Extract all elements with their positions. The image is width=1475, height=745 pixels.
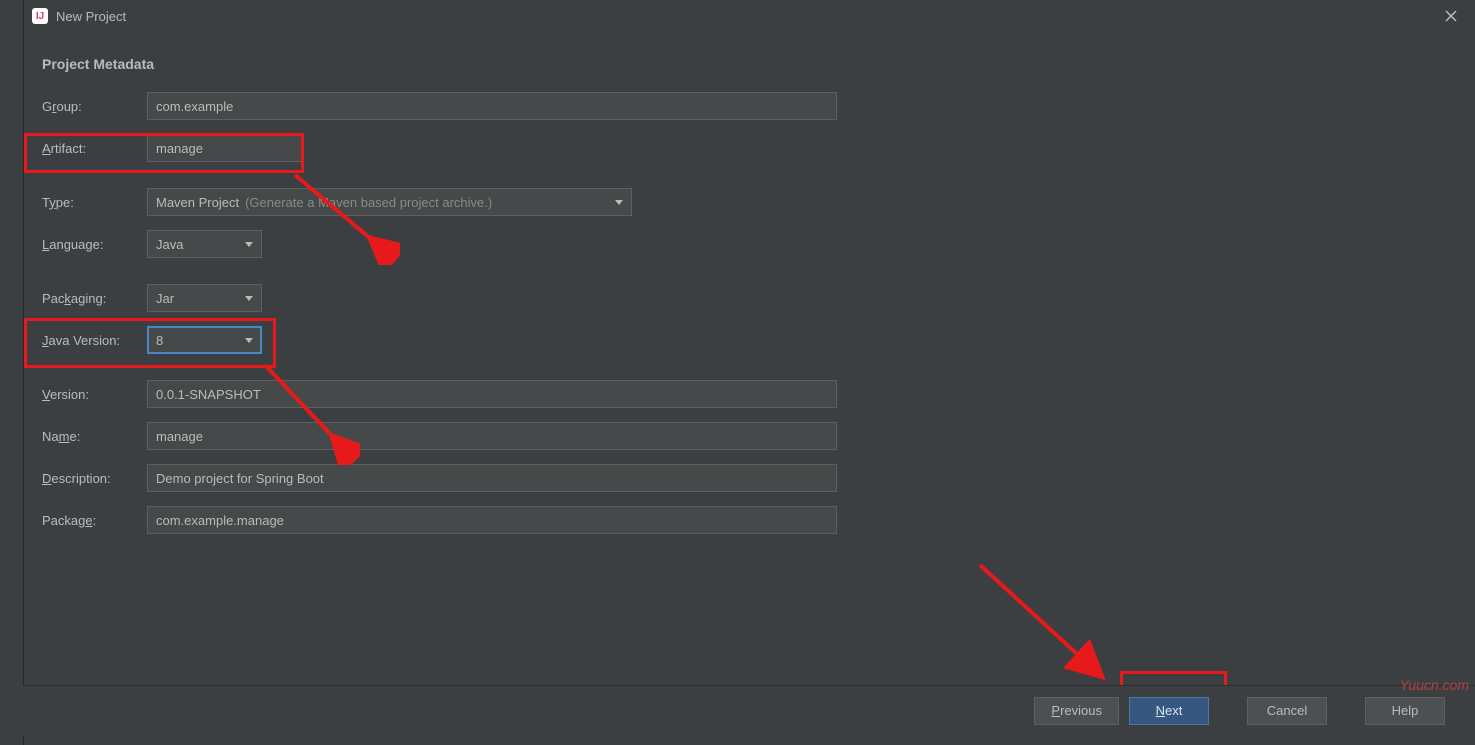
- label-version: Version:: [42, 387, 147, 402]
- label-package: Package:: [42, 513, 147, 528]
- chevron-down-icon: [245, 338, 253, 343]
- previous-button[interactable]: Previous: [1034, 697, 1119, 725]
- name-input[interactable]: [147, 422, 837, 450]
- packaging-select[interactable]: Jar: [147, 284, 262, 312]
- row-language: Language: Java: [42, 230, 1457, 258]
- label-java-version: Java Version:: [42, 333, 147, 348]
- artifact-input[interactable]: [147, 134, 302, 162]
- row-package: Package:: [42, 506, 1457, 534]
- row-version: Version:: [42, 380, 1457, 408]
- java-version-select[interactable]: 8: [147, 326, 262, 354]
- background-strip: [0, 0, 23, 745]
- label-description: Description:: [42, 471, 147, 486]
- titlebar: IJ New Project: [24, 0, 1475, 32]
- label-packaging: Packaging:: [42, 291, 147, 306]
- label-type: Type:: [42, 195, 147, 210]
- label-name: Name:: [42, 429, 147, 444]
- next-button[interactable]: Next: [1129, 697, 1209, 725]
- window-title: New Project: [56, 9, 126, 24]
- button-bar: Previous Next Cancel Help: [23, 685, 1475, 735]
- row-artifact: Artifact:: [42, 134, 1457, 162]
- chevron-down-icon: [245, 242, 253, 247]
- dialog-content: Project Metadata Group: Artifact: Type: …: [24, 32, 1475, 534]
- row-description: Description:: [42, 464, 1457, 492]
- type-select-hint: (Generate a Maven based project archive.…: [245, 195, 492, 210]
- chevron-down-icon: [245, 296, 253, 301]
- watermark: Yuucn.com: [1399, 677, 1469, 693]
- description-input[interactable]: [147, 464, 837, 492]
- row-packaging: Packaging: Jar: [42, 284, 1457, 312]
- help-button[interactable]: Help: [1365, 697, 1445, 725]
- row-type: Type: Maven Project (Generate a Maven ba…: [42, 188, 1457, 216]
- section-title: Project Metadata: [42, 56, 1457, 72]
- chevron-down-icon: [615, 200, 623, 205]
- version-input[interactable]: [147, 380, 837, 408]
- language-select-value: Java: [156, 237, 183, 252]
- type-select-value: Maven Project: [156, 195, 239, 210]
- close-icon: [1445, 10, 1457, 22]
- label-language: Language:: [42, 237, 147, 252]
- language-select[interactable]: Java: [147, 230, 262, 258]
- cancel-button[interactable]: Cancel: [1247, 697, 1327, 725]
- intellij-icon: IJ: [32, 8, 48, 24]
- row-java-version: Java Version: 8: [42, 326, 1457, 354]
- type-select[interactable]: Maven Project (Generate a Maven based pr…: [147, 188, 632, 216]
- row-group: Group:: [42, 92, 1457, 120]
- package-input[interactable]: [147, 506, 837, 534]
- packaging-select-value: Jar: [156, 291, 174, 306]
- group-input[interactable]: [147, 92, 837, 120]
- new-project-dialog: IJ New Project Project Metadata Group: A…: [23, 0, 1475, 745]
- java-version-select-value: 8: [156, 333, 163, 348]
- close-button[interactable]: [1435, 0, 1467, 32]
- label-artifact: Artifact:: [42, 141, 147, 156]
- label-group: Group:: [42, 99, 147, 114]
- row-name: Name:: [42, 422, 1457, 450]
